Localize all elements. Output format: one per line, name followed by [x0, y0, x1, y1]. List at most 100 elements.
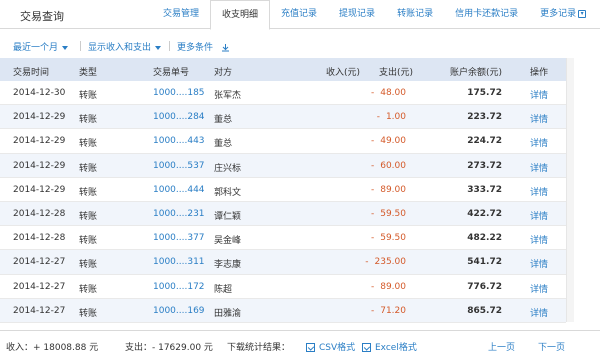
table-row: 2014-12-29 转账 1000....284 董总 -1.00 223.7…	[0, 105, 566, 130]
expense-summary: 支出：- 17629.00 元	[125, 343, 213, 353]
table-scrollbar[interactable]	[566, 58, 574, 322]
excel-label: Excel格式	[375, 343, 417, 353]
column-header-time[interactable]: 交易时间	[13, 65, 49, 78]
more-conditions[interactable]: 更多条件	[177, 40, 230, 53]
row-number-link[interactable]: 1000....172	[153, 282, 205, 292]
row-time: 2014-12-28	[13, 208, 66, 219]
row-party: 董总	[214, 115, 233, 126]
row-expense: -59.50	[370, 208, 406, 219]
row-number-link[interactable]: 1000....169	[153, 306, 205, 316]
row-detail-link[interactable]: 详情	[530, 257, 548, 270]
row-number-link[interactable]: 1000....185	[153, 88, 205, 98]
row-expense: -1.00	[376, 112, 406, 123]
tab-income-expense-detail[interactable]: 收支明细	[210, 0, 271, 30]
row-expense-value: 89.00	[380, 184, 406, 195]
row-detail-link[interactable]: 详情	[530, 112, 548, 125]
tab-withdraw-records[interactable]: 提现记录	[328, 0, 386, 29]
table-row: 2014-12-30 转账 1000....185 张军杰 -48.00 175…	[0, 81, 566, 106]
row-time: 2014-12-29	[13, 160, 66, 171]
csv-download-link[interactable]: CSV格式	[306, 340, 355, 353]
row-time: 2014-12-29	[13, 112, 66, 123]
row-detail-link[interactable]: 详情	[530, 185, 548, 198]
row-balance: 482.22	[467, 233, 502, 244]
tab-recharge-records[interactable]: 充值记录	[270, 0, 328, 29]
row-party: 谭仁颖	[214, 211, 242, 222]
row-expense-value: 59.50	[380, 208, 406, 219]
row-expense-value: 89.00	[380, 281, 406, 292]
row-detail-link[interactable]: 详情	[530, 233, 548, 246]
table-row: 2014-12-28 转账 1000....231 谭仁颖 -59.50 422…	[0, 201, 566, 227]
row-number-link[interactable]: 1000....443	[153, 136, 205, 146]
csv-label: CSV格式	[319, 343, 356, 353]
table-row: 2014-12-29 转账 1000....537 庄兴标 -60.00 273…	[0, 153, 566, 178]
tab-more-label: 更多记录	[540, 9, 577, 19]
download-icon	[221, 44, 229, 52]
top-bar: 交易查询 交易管理 收支明细 充值记录 提现记录 转账记录 信用卡还款记录 更多…	[0, 0, 600, 30]
row-party: 庄兴标	[214, 163, 242, 174]
row-time: 2014-12-27	[13, 257, 66, 268]
row-type: 转账	[79, 236, 98, 247]
tab-transfer-records[interactable]: 转账记录	[386, 0, 444, 29]
chevron-down-icon: ▾	[578, 9, 587, 18]
chevron-down-icon	[155, 45, 162, 50]
row-detail-link[interactable]: 详情	[530, 209, 548, 222]
tab-transaction-management[interactable]: 交易管理	[152, 0, 210, 29]
row-expense: -49.00	[370, 136, 406, 147]
excel-icon	[362, 343, 371, 352]
prev-page-button[interactable]: 上一页	[488, 340, 515, 353]
row-number-link[interactable]: 1000....311	[153, 257, 205, 267]
more-conditions-label: 更多条件	[177, 43, 214, 53]
row-balance: 175.72	[467, 88, 502, 98]
row-expense-value: 60.00	[380, 160, 406, 171]
table-row: 2014-12-29 转账 1000....444 郭科文 -89.00 333…	[0, 178, 566, 202]
excel-download-link[interactable]: Excel格式	[362, 340, 417, 353]
tab-credit-card-repayment[interactable]: 信用卡还款记录	[444, 0, 529, 29]
row-type: 转账	[79, 115, 98, 126]
mode-filter[interactable]: 显示收入和支出	[88, 40, 162, 53]
page-title: 交易查询	[20, 10, 64, 23]
row-party: 李志康	[214, 260, 242, 271]
filter-divider	[169, 41, 170, 51]
row-detail-link[interactable]: 详情	[530, 161, 548, 174]
row-expense: -71.20	[370, 305, 406, 316]
row-detail-link[interactable]: 详情	[530, 306, 548, 319]
row-balance: 273.72	[467, 160, 502, 171]
row-expense: -60.00	[370, 160, 406, 171]
next-page-button[interactable]: 下一页	[538, 340, 565, 353]
tab-bar: 交易管理 收支明细 充值记录 提现记录 转账记录 信用卡还款记录 更多记录 ▾	[152, 0, 597, 30]
column-header-type: 类型	[79, 68, 98, 78]
table-row: 2014-12-29 转账 1000....443 董总 -49.00 224.…	[0, 129, 566, 154]
table-header: 交易时间 类型 交易单号 对方 收入(元) 支出(元) 账户余额(元) 操作	[0, 58, 566, 81]
row-balance: 223.72	[467, 112, 502, 123]
row-expense: -235.00	[365, 257, 406, 268]
column-header-income: 收入(元)	[325, 68, 360, 78]
row-number-link[interactable]: 1000....444	[153, 185, 205, 195]
table-row: 2014-12-27 转账 1000....172 陈超 -89.00 776.…	[0, 275, 566, 299]
row-detail-link[interactable]: 详情	[530, 136, 548, 149]
filter-divider	[80, 41, 81, 51]
row-detail-link[interactable]: 详情	[530, 282, 548, 295]
row-time: 2014-12-30	[13, 88, 66, 98]
row-party: 张军杰	[214, 91, 242, 101]
column-header-action: 操作	[530, 68, 549, 78]
table-row: 2014-12-28 转账 1000....377 吴金峰 -59.50 482…	[0, 226, 566, 251]
tab-more-records[interactable]: 更多记录 ▾	[529, 0, 597, 29]
income-summary: 收入：+ 18008.88 元	[6, 343, 99, 353]
row-number-link[interactable]: 1000....284	[153, 112, 205, 122]
row-balance: 541.72	[467, 257, 502, 268]
row-balance: 865.72	[467, 305, 502, 316]
filter-bar: 最近一个月 显示收入和支出 更多条件	[0, 29, 600, 58]
row-time: 2014-12-29	[13, 136, 66, 147]
row-number-link[interactable]: 1000....537	[153, 161, 205, 171]
row-number-link[interactable]: 1000....377	[153, 233, 205, 243]
row-type: 转账	[79, 91, 98, 101]
row-expense: -59.50	[370, 233, 406, 244]
column-header-party: 对方	[214, 68, 233, 78]
row-detail-link[interactable]: 详情	[530, 88, 548, 101]
row-expense: -89.00	[370, 184, 406, 195]
period-filter[interactable]: 最近一个月	[13, 40, 69, 53]
row-number-link[interactable]: 1000....231	[153, 209, 205, 219]
column-header-balance: 账户余额(元)	[449, 68, 502, 78]
download-label: 下载统计结果：	[227, 343, 291, 353]
row-balance: 422.72	[467, 208, 502, 219]
